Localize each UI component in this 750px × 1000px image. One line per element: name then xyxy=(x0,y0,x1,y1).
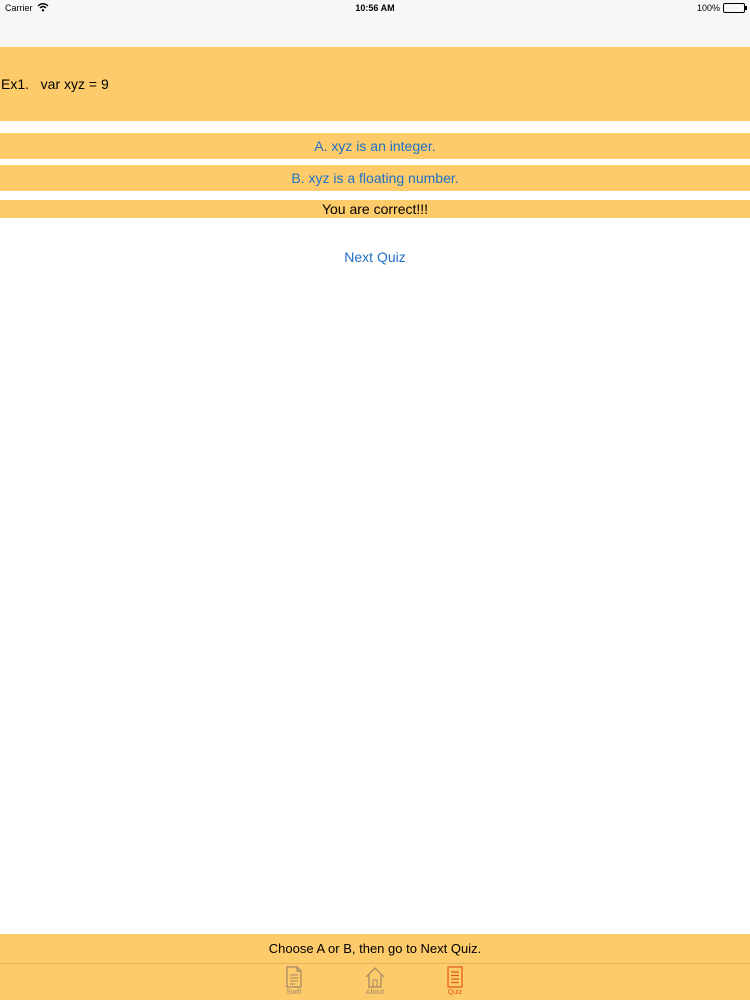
next-quiz-button[interactable]: Next Quiz xyxy=(344,249,405,265)
tab-swift-label: Swift xyxy=(286,989,302,996)
question-panel: Ex1. var xyz = 9 xyxy=(0,47,750,121)
answer-a-label: A. xyz is an integer. xyxy=(314,138,436,154)
instruction-banner: Choose A or B, then go to Next Quiz. xyxy=(0,934,750,963)
answer-b-button[interactable]: B. xyz is a floating number. xyxy=(0,165,750,191)
list-icon xyxy=(435,966,475,988)
next-quiz-container: Next Quiz xyxy=(0,249,750,265)
battery-icon xyxy=(723,3,747,13)
status-time: 10:56 AM xyxy=(355,3,395,13)
tab-about-label: About xyxy=(365,989,385,996)
question-text: Ex1. var xyz = 9 xyxy=(1,76,109,92)
tab-quiz-label: Quiz xyxy=(447,989,463,996)
tab-about[interactable]: About xyxy=(355,966,395,1000)
answer-b-label: B. xyz is a floating number. xyxy=(291,170,459,186)
result-text: You are correct!!! xyxy=(321,201,429,217)
tab-quiz[interactable]: Quiz xyxy=(435,966,475,1000)
answer-a-button[interactable]: A. xyz is an integer. xyxy=(0,133,750,159)
tab-bar: Swift About Quiz xyxy=(0,963,750,1000)
status-bar: Carrier 10:56 AM 100% xyxy=(0,0,750,20)
battery-percent: 100% xyxy=(696,3,720,13)
document-icon xyxy=(274,966,314,988)
result-banner: You are correct!!! xyxy=(0,200,750,218)
tab-swift[interactable]: Swift xyxy=(274,966,314,1000)
instruction-text: Choose A or B, then go to Next Quiz. xyxy=(268,941,482,956)
home-icon xyxy=(355,966,395,988)
navigation-bar xyxy=(0,20,750,47)
